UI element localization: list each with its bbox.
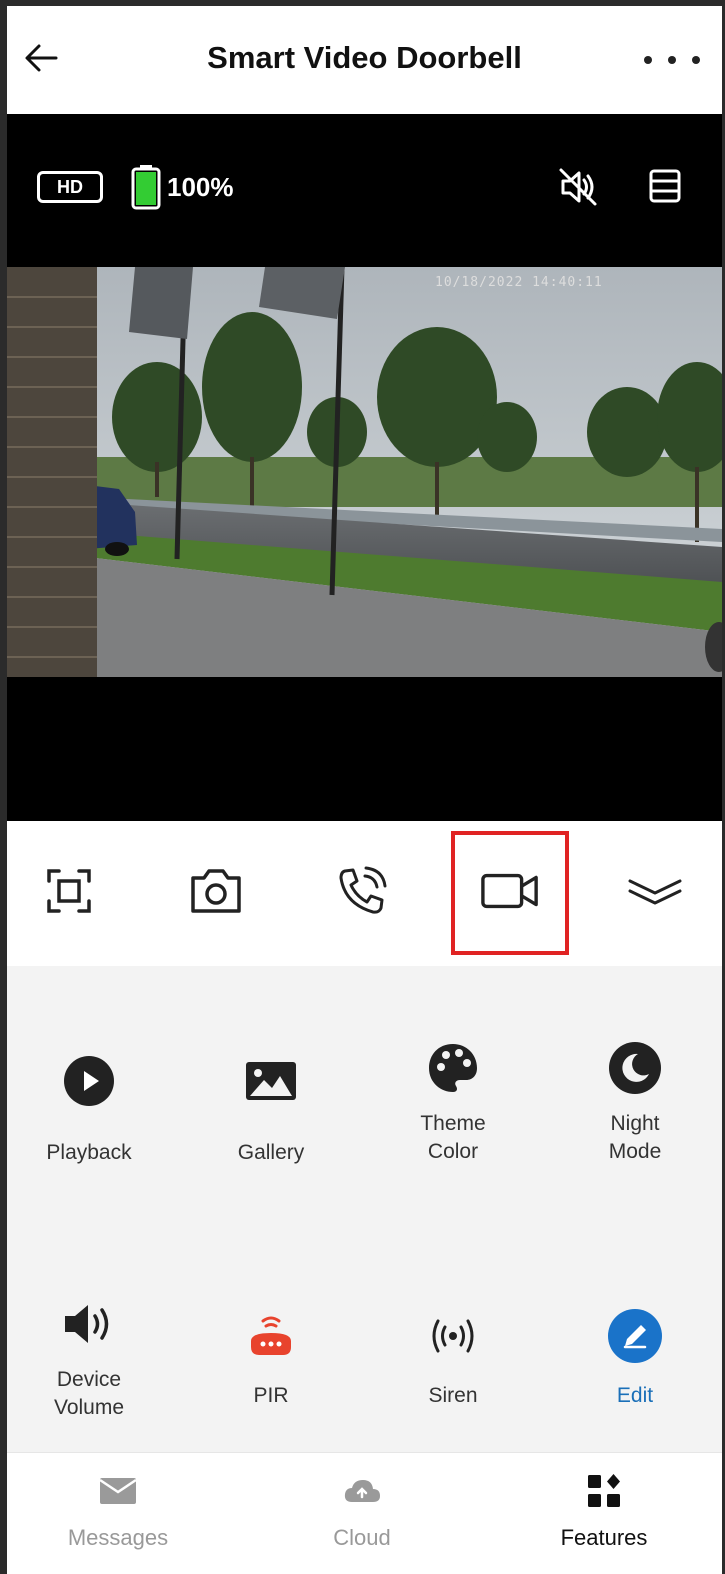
features-grid: Playback Gallery Theme Color Night Mode …	[7, 966, 722, 1452]
feature-label: Device Volume	[53, 1368, 125, 1419]
feature-label: Theme Color	[420, 1112, 486, 1163]
live-video-panel[interactable]: HD 100% 10/18/2022 14:40:11	[7, 114, 722, 821]
battery-icon	[131, 165, 161, 210]
fullscreen-icon	[47, 869, 91, 913]
feature-label: Edit	[616, 1384, 654, 1407]
collapse-button[interactable]	[625, 861, 685, 921]
moon-icon	[609, 1042, 661, 1094]
feature-edit[interactable]: Edit	[555, 1306, 715, 1410]
mail-icon	[99, 1478, 137, 1504]
tab-label: Features	[560, 1525, 648, 1550]
snapshot-button[interactable]	[186, 861, 246, 921]
grid-icon	[588, 1474, 620, 1507]
phone-icon	[339, 866, 387, 914]
feature-pir[interactable]: PIR	[191, 1306, 351, 1410]
feature-label: Playback	[46, 1141, 132, 1164]
palette-icon	[429, 1044, 477, 1092]
feature-label: Siren	[428, 1384, 478, 1407]
siren-icon	[432, 1319, 474, 1353]
dot-icon	[668, 56, 676, 64]
dot-icon	[692, 56, 700, 64]
collapse-icon	[628, 879, 682, 905]
hd-quality-toggle[interactable]: HD	[37, 171, 103, 203]
speaker-muted-icon	[559, 168, 597, 206]
battery-percentage: 100%	[167, 172, 234, 202]
feature-theme-color[interactable]: Theme Color	[373, 1038, 533, 1166]
dot-icon	[644, 56, 652, 64]
bottom-navigation: Messages Cloud Features	[7, 1452, 722, 1574]
tab-features[interactable]: Features	[514, 1471, 694, 1551]
split-view-icon	[649, 169, 681, 203]
mute-button[interactable]	[555, 164, 601, 210]
feature-label: Gallery	[237, 1141, 305, 1164]
image-icon	[246, 1062, 296, 1100]
tab-label: Messages	[67, 1525, 169, 1550]
camera-icon	[191, 869, 241, 913]
play-icon	[64, 1056, 114, 1106]
speaker-icon	[65, 1305, 109, 1343]
layout-toggle-button[interactable]	[645, 166, 685, 206]
feature-label: PIR	[253, 1384, 289, 1407]
feature-label: Night Mode	[608, 1112, 662, 1163]
feature-device-volume[interactable]: Device Volume	[9, 1294, 169, 1422]
record-highlight-box	[451, 831, 569, 955]
back-arrow-icon	[25, 44, 58, 72]
feature-playback[interactable]: Playback	[9, 1051, 169, 1167]
more-options-button[interactable]	[644, 42, 700, 78]
tab-cloud[interactable]: Cloud	[272, 1471, 452, 1551]
feature-night-mode[interactable]: Night Mode	[555, 1038, 715, 1166]
street-scene	[7, 267, 722, 677]
top-bar: Smart Video Doorbell	[7, 6, 722, 114]
talk-button[interactable]	[332, 861, 392, 921]
cloud-icon	[344, 1480, 380, 1502]
page-title: Smart Video Doorbell	[207, 40, 522, 75]
edit-icon	[608, 1309, 662, 1363]
video-controls-bar	[7, 821, 722, 966]
tab-label: Cloud	[333, 1525, 391, 1550]
back-button[interactable]	[19, 36, 63, 80]
video-timestamp: 10/18/2022 14:40:11	[435, 275, 603, 290]
camera-feed-image: 10/18/2022 14:40:11	[7, 267, 722, 677]
tab-messages[interactable]: Messages	[28, 1471, 208, 1551]
app-frame: Smart Video Doorbell HD 100% 10/18/2022 …	[7, 6, 722, 1574]
pir-sensor-icon	[251, 1316, 291, 1355]
feature-siren[interactable]: Siren	[373, 1306, 533, 1410]
feature-gallery[interactable]: Gallery	[191, 1051, 351, 1167]
fullscreen-button[interactable]	[39, 861, 99, 921]
